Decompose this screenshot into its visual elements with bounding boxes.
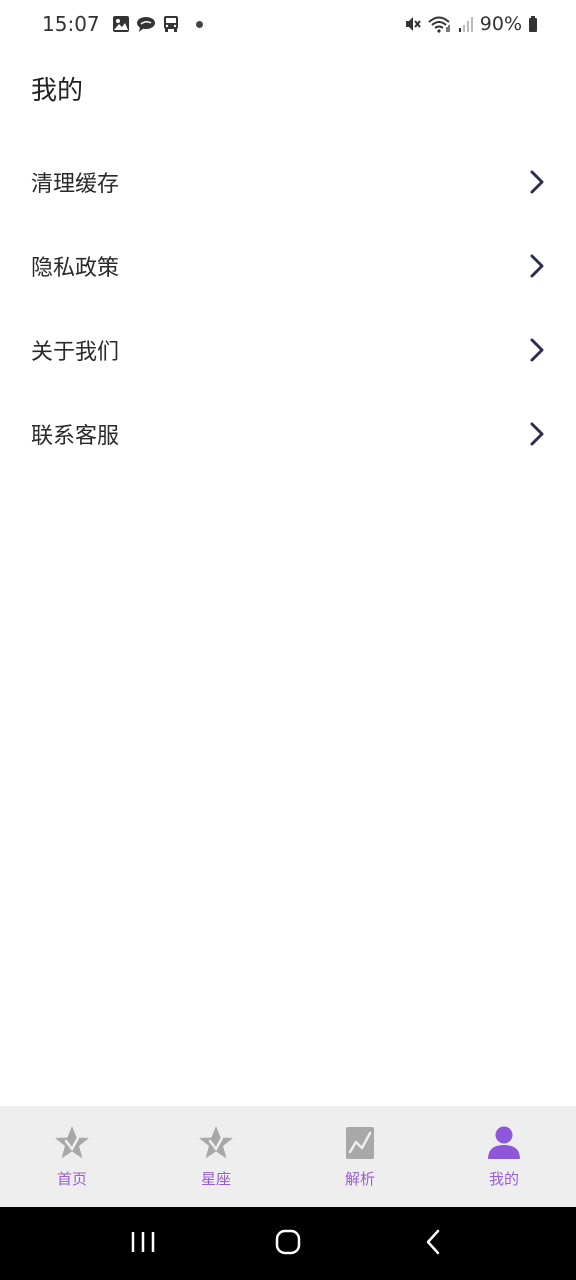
home-icon [274, 1228, 302, 1260]
person-icon [485, 1124, 523, 1162]
home-button[interactable] [258, 1214, 318, 1274]
chevron-right-icon [528, 253, 546, 279]
menu-item-clear-cache[interactable]: 清理缓存 [0, 140, 576, 224]
chevron-right-icon [528, 337, 546, 363]
tab-mine[interactable]: 我的 [432, 1106, 576, 1207]
back-button[interactable] [403, 1214, 463, 1274]
chart-icon [341, 1124, 379, 1162]
menu-list: 清理缓存 隐私政策 关于我们 联系客服 [0, 140, 576, 476]
star-icon [53, 1124, 91, 1162]
menu-item-privacy-policy[interactable]: 隐私政策 [0, 224, 576, 308]
battery-icon [528, 15, 538, 33]
menu-item-label: 清理缓存 [31, 172, 120, 197]
status-bar-left: 15:07 [42, 12, 203, 36]
wifi-icon [428, 15, 452, 33]
recent-apps-button[interactable] [113, 1214, 173, 1274]
mute-icon [404, 15, 422, 33]
notification-dot [195, 20, 203, 28]
status-bar-right: 90% [404, 13, 538, 35]
bottom-tab-bar: 首页 星座 解析 我的 [0, 1106, 576, 1207]
tab-label: 解析 [344, 1170, 375, 1188]
tab-label: 星座 [200, 1170, 231, 1188]
chevron-right-icon [528, 169, 546, 195]
image-icon [112, 15, 130, 33]
menu-item-about-us[interactable]: 关于我们 [0, 308, 576, 392]
tab-analysis[interactable]: 解析 [288, 1106, 432, 1207]
chevron-right-icon [528, 421, 546, 447]
page-title: 我的 [31, 76, 84, 106]
tab-label: 我的 [488, 1170, 519, 1188]
bus-icon [162, 15, 180, 33]
signal-icon [458, 15, 474, 33]
menu-item-label: 联系客服 [31, 424, 120, 449]
tab-home[interactable]: 首页 [0, 1106, 144, 1207]
recent-apps-icon [130, 1230, 156, 1258]
back-icon [423, 1228, 443, 1260]
menu-item-label: 隐私政策 [31, 256, 120, 281]
star-icon [197, 1124, 235, 1162]
status-time: 15:07 [42, 12, 100, 36]
system-nav-bar [0, 1207, 576, 1280]
menu-item-label: 关于我们 [31, 340, 120, 365]
status-bar: 15:07 90% [0, 0, 576, 48]
chat-bubble-icon [136, 15, 156, 33]
menu-item-contact-support[interactable]: 联系客服 [0, 392, 576, 476]
tab-label: 首页 [56, 1170, 87, 1188]
battery-percent: 90% [479, 13, 522, 35]
tab-constellation[interactable]: 星座 [144, 1106, 288, 1207]
screen: 15:07 90% 我的 清理缓存 隐私政策 关于我们 联系客服 首页 星座 解… [0, 0, 576, 1280]
